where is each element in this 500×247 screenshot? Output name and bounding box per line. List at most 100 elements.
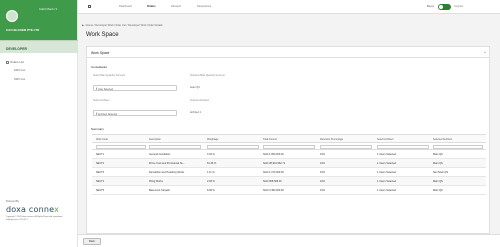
cell-selected-architect: Non Main QS [433,171,449,174]
summary-table: Work Code Description Weightage Total Am… [92,134,486,195]
company-name: CAO BLOUER PTE LTD [6,28,40,32]
sidebar: Kalid Manin ▾ CAO BLOUER PTE LTD DEVELOP… [0,0,78,247]
nav-orders[interactable]: Orders [147,5,156,8]
cell-select-architect[interactable]: 1 Users Selected [377,153,396,156]
filter-input[interactable] [149,144,201,149]
logo-part2: conne [28,205,55,214]
table-row[interactable]: SECT5 Basement Carpark 8.68 % SGD 3,480,… [92,186,486,195]
col-description[interactable]: Description [149,138,161,141]
cell-total-amount: SGD 3,480,000.00 [263,189,284,192]
col-select-architect[interactable]: Select Architect [377,138,393,141]
table-row[interactable]: SECT2 Prime Cost and Provisional Su... 8… [92,159,486,168]
cell-total-amount: SGD 28,919,562.71 [263,162,286,165]
col-work-code[interactable]: Work Code [96,138,108,141]
cell-description: Basement Carpark [149,189,170,192]
avatar[interactable] [6,10,18,22]
table-row[interactable]: SECT4 Piling Works 2.83 % SGD 908,508.00… [92,177,486,186]
filter-input[interactable] [96,144,146,149]
page-title: Work Space [86,32,119,38]
logo-x: x [54,205,60,214]
footer-bar: Back [78,234,500,247]
cell-selected-architect: Main QS [433,153,443,156]
back-button[interactable]: Back [83,238,101,245]
selected-architect-label: Selected Architect [190,99,210,102]
cell-select-architect[interactable]: 1 Users Selected [377,162,396,165]
cell-retention: 10% [320,171,326,174]
table-row[interactable]: SECT3 Demolition and Hoarding Works 1.11… [92,168,486,177]
cell-work-code: SECT3 [96,171,105,174]
panel-header[interactable]: Work Space ^ [87,47,489,58]
nav-requisitions[interactable]: Requisitions [197,5,211,8]
cell-retention: 10% [320,162,326,165]
cell-description: Demolition and Hoarding Works [149,171,185,174]
nav-dashboard[interactable]: Dashboard [119,5,132,8]
user-name[interactable]: Kalid Manin ▾ [39,7,57,11]
selected-qs-label: Selected Main Quantity Surveyor [190,74,225,77]
cell-selected-architect: Main QS [433,180,443,183]
architect-select[interactable]: 1 Architect Selected ▾ [93,110,177,116]
filter-input[interactable] [377,144,429,149]
role-badge[interactable]: DEVELOPER [0,40,78,53]
selected-qs-value: Sean QS [190,86,200,89]
doxa-connex-logo: doxa connex [6,205,59,214]
sidebar-item-orders-list[interactable]: Orders List [6,60,24,64]
cell-work-code: SECT1 [96,153,105,156]
col-selected-architect[interactable]: Selected Architect [433,138,452,141]
main-qs-select[interactable]: 1 User Selected ▾ [93,85,177,91]
cell-description: Prime Cost and Provisional Su... [149,162,185,165]
cell-selected-architect: Main QS [433,189,443,192]
table-row[interactable]: SECT1 General Conditions 0.32 % SGD 1,85… [92,150,486,159]
top-nav [78,0,500,14]
cell-retention: 10% [320,180,326,183]
cell-work-code: SECT4 [96,180,105,183]
breadcrumb[interactable]: ▶ / Home / Developer Work Order List / D… [82,24,163,27]
filter-input[interactable] [320,144,372,149]
user-header: Kalid Manin ▾ CAO BLOUER PTE LTD [0,0,77,40]
buyer-supplier-toggle[interactable] [438,4,451,10]
cell-weightage: 1.11 % [207,171,215,174]
chevron-down-icon: ▾ [96,112,98,115]
sidebar-subitem-dwo-list[interactable]: DWO List [14,69,25,72]
copyright: Copyright © 2023 doxa connex. All Rights… [6,216,63,221]
filter-input[interactable] [263,144,315,149]
cell-weightage: 2.83 % [207,180,215,183]
architect-label: Select Architect [93,99,110,102]
filter-input[interactable] [207,144,259,149]
nav-receipts[interactable]: Receipts [171,5,181,8]
cell-select-architect[interactable]: 1 Users Selected [377,189,396,192]
cell-description: General Conditions [149,153,171,156]
panel-title: Work Space [91,51,110,55]
filter-row [92,143,486,150]
cell-select-architect[interactable]: 1 Users Selected [377,171,396,174]
summary-title: Summary [91,127,104,131]
main-qs-label: Select Main Quantity Surveyor [93,74,126,77]
filter-input[interactable] [433,144,483,149]
selected-architect-value: Architect 1 [190,111,202,114]
cell-retention: 10% [320,153,326,156]
collapse-icon[interactable]: ^ [484,51,486,55]
sidebar-subitem-dwo-list-2[interactable]: DWO List [14,78,25,81]
col-weightage[interactable]: Weightage [207,138,218,141]
cell-total-amount: SGD 1,070,000.00 [263,171,284,174]
cell-weightage: 81.36 % [207,162,217,165]
list-icon [6,60,9,64]
cell-work-code: SECT2 [96,162,105,165]
cell-weightage: 8.68 % [207,189,215,192]
sidebar-item-label: Orders List [10,60,24,64]
home-icon[interactable] [88,5,91,8]
cell-select-architect[interactable]: 1 Users Selected [377,180,396,183]
powered-by: Powered By [6,200,19,203]
cell-weightage: 0.32 % [207,153,215,156]
col-retention[interactable]: Retention Percentage [320,138,343,141]
col-total-amount[interactable]: Total Amount [263,138,277,141]
cell-total-amount: SGD 1,850,000.00 [263,153,284,156]
cell-work-code: SECT5 [96,189,105,192]
cell-description: Piling Works [149,180,163,183]
cell-selected-architect: Main QS [433,162,443,165]
consultants-title: Consultants [91,65,107,69]
logo-part1: doxa [6,205,29,214]
role-label: DEVELOPER [6,47,27,51]
work-space-panel: Work Space ^ Consultants Select Main Qua… [86,46,490,234]
supplier-label: Supplier [454,5,464,8]
chevron-down-icon: ▾ [96,87,98,90]
